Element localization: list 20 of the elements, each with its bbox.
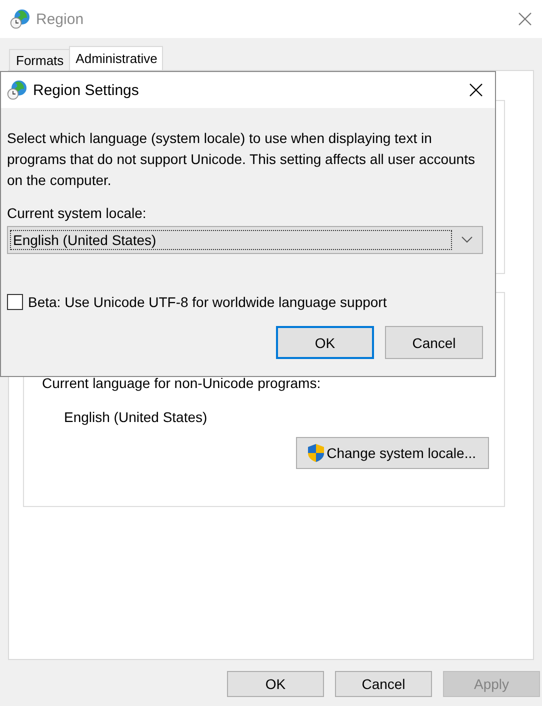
description-text: Select which language (system locale) to use when displaying text in programs that do not support Unicode. This setting affects all user accounts on the computer. xyxy=(7,129,476,190)
language-label: Current language for non-Unicode programs: xyxy=(42,375,322,391)
checkbox-label: Beta: Use Unicode UTF-8 for worldwide language support xyxy=(28,294,387,310)
language-value: English (United States) xyxy=(64,409,208,425)
shield-icon xyxy=(306,443,325,463)
window-title: Region xyxy=(36,10,85,28)
checkbox[interactable] xyxy=(7,294,23,310)
dialog-button[interactable]: Cancel xyxy=(335,671,432,697)
globe-icon xyxy=(10,9,30,29)
tab[interactable]: Formats xyxy=(9,49,70,70)
tab[interactable]: Administrative xyxy=(68,46,164,70)
dialog-button[interactable]: Cancel xyxy=(385,326,483,359)
close-icon[interactable] xyxy=(469,83,483,97)
dialog-button[interactable]: OK xyxy=(276,326,374,359)
locale-label: Current system locale: xyxy=(7,205,148,221)
change-locale-button[interactable]: Change system locale... xyxy=(296,437,489,469)
locale-dropdown[interactable]: English (United States) xyxy=(7,226,483,254)
dialog-button[interactable]: OK xyxy=(227,671,324,697)
globe-icon xyxy=(7,80,27,100)
dialog-title: Region Settings xyxy=(33,82,140,98)
